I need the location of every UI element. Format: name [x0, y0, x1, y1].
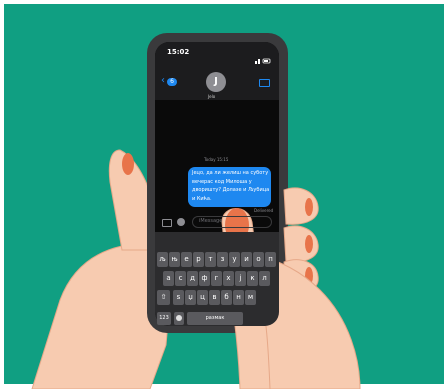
- keyboard-key[interactable]: у: [229, 252, 240, 267]
- keyboard-key[interactable]: х: [223, 271, 234, 286]
- keyboard-key[interactable]: р: [193, 252, 204, 267]
- message-bubble[interactable]: Јецо, да ли желиш на суботу вечерас код …: [188, 167, 271, 207]
- signal-wifi-battery-icons: [255, 49, 271, 64]
- message-line: вечерас код Милоша у: [192, 178, 252, 185]
- keyboard-key[interactable]: м: [245, 290, 256, 305]
- message-line: дворишту? Долазе и Љубица: [192, 187, 270, 193]
- space-key-label: размак: [205, 315, 225, 321]
- message-line: Јецо, да ли желиш на суботу: [192, 170, 269, 176]
- numbers-key-label: 123: [159, 315, 169, 321]
- keyboard-key[interactable]: д: [187, 271, 198, 286]
- keyboard-key[interactable]: г: [211, 271, 222, 286]
- keyboard-key[interactable]: л: [259, 271, 270, 286]
- contact-name: Jelo: [208, 94, 216, 99]
- scene: 15:02 ‹ 6 J Jelo Today 15:15 Јецо, да ли…: [0, 0, 448, 389]
- left-thumb-nail: [122, 153, 134, 175]
- emoji-key[interactable]: [174, 312, 184, 325]
- delivery-status: Delivered: [254, 208, 274, 213]
- back-button[interactable]: ‹ 6: [161, 75, 181, 87]
- message-input[interactable]: iMessage: [192, 216, 272, 228]
- keyboard-key[interactable]: б: [221, 290, 232, 305]
- keyboard-key[interactable]: п: [265, 252, 276, 267]
- video-call-icon[interactable]: [259, 79, 270, 87]
- keyboard-key[interactable]: з: [217, 252, 228, 267]
- keyboard-key[interactable]: о: [253, 252, 264, 267]
- space-key[interactable]: размак: [187, 312, 243, 325]
- numbers-key[interactable]: 123: [157, 312, 171, 325]
- keyboard-key[interactable]: к: [247, 271, 258, 286]
- camera-icon[interactable]: [162, 219, 172, 227]
- keyboard-key[interactable]: џ: [185, 290, 196, 305]
- message-input-placeholder: iMessage: [199, 218, 223, 224]
- keyboard-key[interactable]: ц: [197, 290, 208, 305]
- shift-key[interactable]: ⇧: [157, 290, 170, 305]
- message-line: и Кића.: [192, 195, 212, 202]
- chevron-left-icon: ‹: [161, 75, 165, 86]
- emoji-icon: [176, 315, 182, 321]
- keyboard-key[interactable]: ф: [199, 271, 210, 286]
- keyboard-key[interactable]: а: [163, 271, 174, 286]
- keyboard-key[interactable]: њ: [169, 252, 180, 267]
- message-timestamp: Today 15:15: [204, 157, 229, 162]
- avatar[interactable]: J: [206, 72, 226, 92]
- keyboard-key[interactable]: с: [175, 271, 186, 286]
- keyboard-key[interactable]: ѕ: [173, 290, 184, 305]
- keyboard-key[interactable]: е: [181, 252, 192, 267]
- app-store-icon[interactable]: [177, 218, 185, 226]
- avatar-initial: J: [214, 76, 218, 87]
- status-time: 15:02: [167, 48, 190, 56]
- keyboard-key[interactable]: н: [233, 290, 244, 305]
- keyboard-key[interactable]: ј: [235, 271, 246, 286]
- keyboard-key[interactable]: в: [209, 290, 220, 305]
- keyboard-key[interactable]: љ: [157, 252, 168, 267]
- shift-arrow-icon: ⇧: [160, 293, 167, 301]
- keyboard-key[interactable]: и: [241, 252, 252, 267]
- keyboard-key[interactable]: т: [205, 252, 216, 267]
- back-count-badge: 6: [167, 78, 177, 86]
